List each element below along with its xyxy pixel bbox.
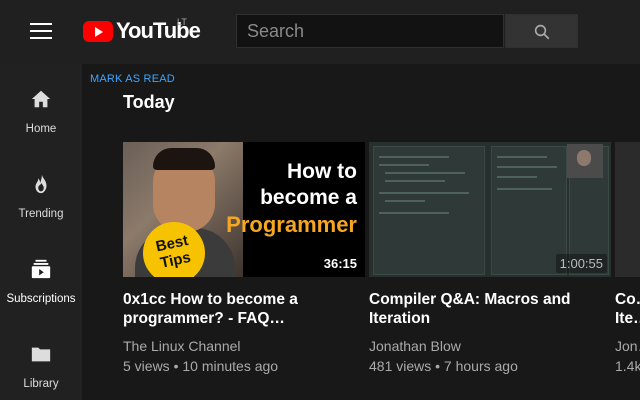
video-card[interactable]: 1:00:55 Compiler Q&A: Macros and Iterati… [369, 142, 611, 382]
thumbnail-hair [153, 148, 215, 170]
hamburger-icon[interactable] [30, 22, 52, 40]
thumbnail-text: become a [260, 186, 357, 209]
channel-name[interactable]: Jonathan Blow [369, 338, 461, 354]
video-thumbnail[interactable] [615, 142, 640, 277]
sidebar-item-home[interactable]: Home [0, 64, 82, 144]
search-button[interactable] [505, 14, 578, 48]
code-line [497, 176, 537, 178]
video-meta: 5 views • 10 minutes ago [123, 358, 279, 374]
code-line [385, 200, 425, 202]
thumbnail-text: Programmer [226, 212, 357, 237]
sidebar-item-trending[interactable]: Trending [0, 149, 82, 229]
sidebar-item-subscriptions[interactable]: Subscriptions [0, 234, 82, 314]
search-input[interactable] [236, 14, 504, 48]
video-meta: 481 views • 7 hours ago [369, 358, 518, 374]
section-title: Today [123, 92, 175, 112]
video-card[interactable]: How to become a Programmer Best Tips 36:… [123, 142, 365, 382]
code-line [497, 166, 557, 168]
channel-name[interactable]: The Linux Channel [123, 338, 241, 354]
code-line [379, 156, 449, 158]
logo-text: YouTube [116, 18, 201, 43]
video-title[interactable]: Compiler Q&A: Macros and Iteration [369, 290, 601, 328]
video-card[interactable]: Co… Ite… Jon… 1.4k… [615, 142, 640, 382]
home-icon [31, 90, 51, 108]
code-line [379, 164, 429, 166]
search-icon [534, 24, 550, 40]
video-title[interactable]: 0x1cc How to become a programmer? - FAQ… [123, 290, 355, 328]
subscriptions-icon [31, 259, 51, 279]
video-duration: 1:00:55 [555, 254, 607, 273]
code-line [497, 156, 547, 158]
thumbnail-text: How to [287, 160, 357, 183]
code-line [385, 180, 445, 182]
code-line [497, 188, 552, 190]
youtube-play-icon [83, 21, 113, 42]
folder-icon [31, 347, 51, 362]
logo-country-code: LT [177, 17, 187, 27]
sidebar-item-label: Library [23, 378, 59, 390]
code-line [379, 192, 469, 194]
code-line [379, 212, 449, 214]
code-line [385, 172, 465, 174]
video-meta: 1.4k… [615, 358, 640, 374]
video-duration: 36:15 [319, 254, 361, 273]
sidebar-item-label: Trending [18, 208, 64, 220]
video-title[interactable]: Co… Ite… [615, 290, 640, 328]
video-thumbnail[interactable]: How to become a Programmer Best Tips 36:… [123, 142, 365, 277]
flame-icon [35, 174, 47, 194]
channel-name[interactable]: Jon… [615, 338, 640, 354]
top-bar: YouTube LT [0, 0, 640, 64]
sidebar: Home Trending Subscriptions Library [0, 64, 82, 400]
sidebar-item-label: Subscriptions [6, 293, 76, 305]
mark-as-read-button[interactable]: MARK AS READ [90, 73, 175, 85]
webcam-overlay [567, 144, 603, 178]
video-thumbnail[interactable]: 1:00:55 [369, 142, 611, 277]
sidebar-item-label: Home [25, 123, 57, 135]
sidebar-item-library[interactable]: Library [0, 319, 82, 399]
